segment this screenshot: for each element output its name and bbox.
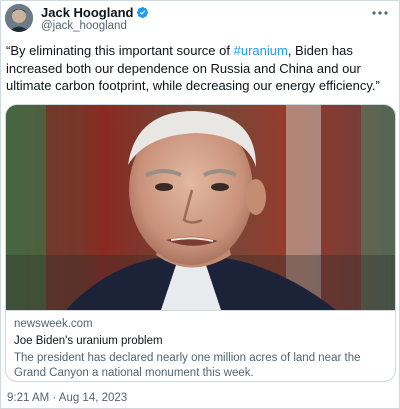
card-image[interactable] <box>6 105 395 310</box>
news-photo <box>6 105 395 310</box>
avatar-image <box>5 4 33 32</box>
card-title[interactable]: Joe Biden's uranium problem <box>14 334 387 349</box>
hashtag-link[interactable]: #uranium <box>234 43 288 58</box>
tweet-text: “By eliminating this important source of… <box>6 42 394 95</box>
link-preview-card[interactable]: newsweek.com Joe Biden's uranium problem… <box>5 104 396 382</box>
more-options-icon[interactable] <box>369 4 391 22</box>
author-display-name[interactable]: Jack Hoogland <box>41 5 133 20</box>
tweet-container: Jack Hoogland @jack_hoogland “By elimina… <box>0 0 400 409</box>
card-description: The president has declared nearly one mi… <box>14 352 361 379</box>
tweet-text-before: “By eliminating this important source of <box>6 43 234 58</box>
author-name-row[interactable]: Jack Hoogland <box>41 5 149 20</box>
verified-badge-icon <box>136 6 149 19</box>
card-meta[interactable]: newsweek.com Joe Biden's uranium problem… <box>6 310 395 381</box>
avatar[interactable] <box>5 4 33 32</box>
author-handle[interactable]: @jack_hoogland <box>41 20 127 32</box>
card-domain: newsweek.com <box>14 318 93 330</box>
tweet-timestamp[interactable]: 9:21 AM · Aug 14, 2023 <box>7 392 127 404</box>
